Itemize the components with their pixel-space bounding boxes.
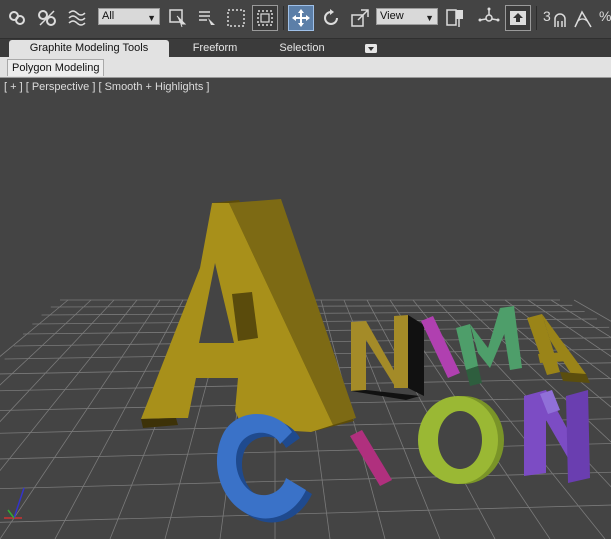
snaps-toggle-icon[interactable]	[550, 5, 570, 31]
select-and-move-icon[interactable]	[288, 5, 314, 31]
toolbar-separator	[536, 6, 537, 30]
unlink-icon[interactable]	[34, 5, 60, 31]
window-crossing-icon[interactable]	[252, 5, 278, 31]
reference-coordinate-dropdown[interactable]: View ▼	[376, 8, 438, 25]
select-object-icon[interactable]	[165, 5, 191, 31]
ribbon-panel: Polygon Modeling	[0, 57, 611, 78]
viewport-label[interactable]: [ + ] [ Perspective ] [ Smooth + Highlig…	[4, 81, 209, 93]
selection-filter-value: All	[102, 10, 115, 22]
link-icon[interactable]	[4, 5, 30, 31]
rectangular-selection-icon[interactable]	[223, 5, 249, 31]
perspective-viewport[interactable]: [ + ] [ Perspective ] [ Smooth + Highlig…	[0, 78, 611, 539]
letter-A	[141, 199, 356, 432]
letter-N	[351, 315, 424, 400]
selection-filter-dropdown[interactable]: All ▼	[98, 8, 160, 25]
percent-snap-label[interactable]: %	[599, 8, 611, 24]
grid-line	[0, 471, 611, 490]
select-and-scale-icon[interactable]	[347, 5, 373, 31]
letter-I	[421, 316, 460, 378]
letter-M	[456, 306, 522, 386]
grid-line	[0, 299, 115, 423]
chevron-down-icon: ▼	[425, 13, 434, 23]
tab-selection[interactable]: Selection	[262, 40, 342, 57]
ribbon-options-icon	[365, 44, 377, 53]
ribbon-tab-bar: Graphite Modeling Tools Freeform Selecti…	[0, 39, 611, 57]
tab-graphite-modeling-tools[interactable]: Graphite Modeling Tools	[9, 40, 169, 57]
axis-gizmo	[4, 487, 25, 519]
letter-N-second	[524, 390, 590, 483]
grid-line	[0, 299, 138, 472]
grid-line	[0, 504, 611, 523]
keyboard-shortcut-override-icon[interactable]	[505, 5, 531, 31]
letter-I-second	[350, 430, 392, 486]
letter-O	[418, 396, 504, 484]
tab-freeform[interactable]: Freeform	[175, 40, 255, 57]
select-and-rotate-icon[interactable]	[318, 5, 344, 31]
main-toolbar: All ▼ View ▼ 3 %	[0, 0, 611, 39]
select-by-name-icon[interactable]	[194, 5, 220, 31]
grid-line	[0, 443, 611, 460]
grid-line	[0, 299, 69, 357]
ribbon-options-button[interactable]	[362, 40, 380, 57]
select-and-manipulate-icon[interactable]	[476, 5, 502, 31]
grid-line	[0, 299, 92, 386]
viewport-scene	[0, 199, 611, 539]
angle-snap-icon[interactable]	[570, 5, 596, 31]
panel-tab-polygon-modeling[interactable]: Polygon Modeling	[7, 59, 105, 76]
chevron-down-icon: ▼	[147, 13, 156, 23]
reference-coordinate-value: View	[380, 10, 404, 22]
use-pivot-center-icon[interactable]	[442, 5, 468, 31]
toolbar-separator	[283, 6, 284, 30]
bind-spacewarp-icon[interactable]	[64, 5, 90, 31]
